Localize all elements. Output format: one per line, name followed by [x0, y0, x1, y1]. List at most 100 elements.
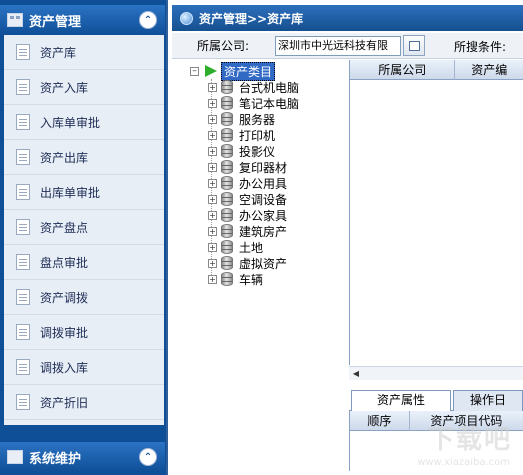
sidebar-item-inventory-approval[interactable]: 盘点审批: [4, 245, 164, 280]
sidebar-item-label: 调拨入库: [40, 360, 89, 375]
column-header[interactable]: 资产编: [455, 60, 523, 80]
sidebar: 资产管理 ⌃ 资产库 资产入库 入库单审批 资产出库 出库单审批 资产盘点 盘点…: [0, 0, 168, 475]
expand-toggle-icon[interactable]: +: [208, 194, 217, 204]
sidebar-header-asset-management[interactable]: 资产管理 ⌃: [0, 5, 165, 35]
arrow-flag-icon: [205, 65, 217, 77]
sidebar-item-label: 资产调拨: [40, 290, 89, 305]
tree-node[interactable]: + 办公家具: [208, 207, 287, 223]
title-bar: 资产管理>>资产库: [172, 5, 523, 31]
sidebar-item-label: 调拨审批: [40, 325, 89, 340]
sidebar-item-transfer-approval[interactable]: 调拨审批: [4, 315, 164, 350]
sidebar-item-asset-inventory[interactable]: 资产盘点: [4, 210, 164, 245]
tree-node[interactable]: + 台式机电脑: [208, 79, 299, 95]
database-icon: [221, 96, 233, 110]
tree-node[interactable]: + 土地: [208, 239, 263, 255]
tree-node-label: 投影仪: [239, 144, 276, 159]
sidebar-item-label: 入库单审批: [40, 115, 101, 130]
sidebar-item-outbound-approval[interactable]: 出库单审批: [4, 175, 164, 210]
tree-node-label: 打印机: [239, 128, 276, 143]
company-field[interactable]: 深圳市中光远科技有限: [275, 36, 401, 56]
sidebar-list: 资产库 资产入库 入库单审批 资产出库 出库单审批 资产盘点 盘点审批 资产调拨…: [4, 35, 164, 425]
expand-toggle-icon[interactable]: +: [208, 98, 217, 108]
expand-toggle-icon[interactable]: +: [208, 146, 217, 156]
tree-node[interactable]: + 投影仪: [208, 143, 275, 159]
company-label: 所属公司:: [197, 39, 250, 53]
database-icon: [221, 128, 233, 142]
filter-bar: 所属公司: 深圳市中光远科技有限 所搜条件:: [172, 33, 523, 59]
document-icon: [16, 254, 30, 270]
tab-operation-log[interactable]: 操作日: [453, 390, 523, 411]
expand-toggle-icon[interactable]: +: [208, 210, 217, 220]
tree-node[interactable]: + 建筑房产: [208, 223, 287, 239]
collapse-icon[interactable]: ⌃: [139, 11, 157, 29]
tree-node[interactable]: + 笔记本电脑: [208, 95, 299, 111]
database-icon: [221, 112, 233, 126]
tab-asset-properties[interactable]: 资产属性: [351, 390, 451, 412]
expand-toggle-icon[interactable]: +: [208, 178, 217, 188]
expand-toggle-icon[interactable]: +: [208, 162, 217, 172]
category-tree: – 资产类目 + 台式机电脑 + 笔记本电脑 + 服务器 + 打印机 + 投影仪 + 复印器…: [172, 60, 348, 470]
sidebar-header-label: 资产管理: [29, 14, 82, 30]
horizontal-scrollbar[interactable]: ◀: [349, 366, 523, 380]
tree-root[interactable]: – 资产类目: [190, 61, 276, 81]
sidebar-item-transfer-inbound[interactable]: 调拨入库: [4, 350, 164, 385]
database-icon: [221, 272, 233, 286]
sidebar-item-inbound-approval[interactable]: 入库单审批: [4, 105, 164, 140]
tree-node-label: 服务器: [239, 112, 276, 127]
document-icon: [16, 114, 30, 130]
expand-toggle-icon[interactable]: +: [208, 114, 217, 124]
tree-node[interactable]: + 服务器: [208, 111, 275, 127]
sidebar-item-label: 资产盘点: [40, 220, 89, 235]
sidebar-item-label: 资产出库: [40, 150, 89, 165]
database-icon: [221, 224, 233, 238]
tab-strip: 资产属性 操作日: [349, 390, 523, 412]
tree-node-label: 车辆: [239, 272, 264, 287]
expand-toggle-icon[interactable]: +: [208, 130, 217, 140]
tree-node-label: 台式机电脑: [239, 80, 300, 95]
document-icon: [16, 394, 30, 410]
page-title: 资产管理>>资产库: [199, 11, 304, 26]
tree-node-label: 办公用具: [239, 176, 288, 191]
sidebar-item-asset-library[interactable]: 资产库: [4, 35, 164, 70]
tree-node[interactable]: + 办公用具: [208, 175, 287, 191]
company-picker-button[interactable]: [403, 35, 425, 56]
sidebar-header-system-maintenance[interactable]: 系统维护 ⌃: [0, 442, 165, 472]
database-icon: [221, 176, 233, 190]
tree-node[interactable]: + 虚拟资产: [208, 255, 287, 271]
tree-node[interactable]: + 车辆: [208, 271, 263, 287]
expand-toggle-icon[interactable]: +: [208, 242, 217, 252]
expand-icon[interactable]: ⌃: [139, 448, 157, 466]
collapse-toggle-icon[interactable]: –: [190, 66, 199, 76]
database-icon: [221, 80, 233, 94]
condition-label: 所搜条件:: [454, 40, 507, 54]
tree-node[interactable]: + 复印器材: [208, 159, 287, 175]
database-icon: [221, 160, 233, 174]
sidebar-item-asset-transfer[interactable]: 资产调拨: [4, 280, 164, 315]
expand-toggle-icon[interactable]: +: [208, 258, 217, 268]
sidebar-item-asset-outbound[interactable]: 资产出库: [4, 140, 164, 175]
sidebar-item-label: 出库单审批: [40, 185, 101, 200]
sidebar-bottom-label: 系统维护: [29, 451, 82, 467]
document-icon: [16, 359, 30, 375]
database-icon: [221, 208, 233, 222]
expand-toggle-icon[interactable]: +: [208, 82, 217, 92]
document-icon: [16, 149, 30, 165]
sidebar-item-asset-inbound[interactable]: 资产入库: [4, 70, 164, 105]
document-icon: [16, 219, 30, 235]
tree-node[interactable]: + 打印机: [208, 127, 275, 143]
expand-toggle-icon[interactable]: +: [208, 274, 217, 284]
column-header[interactable]: 所属公司: [350, 60, 456, 80]
database-icon: [221, 192, 233, 206]
sidebar-item-label: 资产折旧: [40, 395, 89, 410]
grid-header: 所属公司 资产编: [350, 60, 523, 80]
scroll-left-icon[interactable]: ◀: [351, 369, 361, 379]
sidebar-item-asset-depreciation[interactable]: 资产折旧: [4, 385, 164, 420]
tree-node-label: 笔记本电脑: [239, 96, 300, 111]
globe-icon: [180, 11, 193, 25]
tree-node[interactable]: + 空调设备: [208, 191, 287, 207]
tree-node-label: 空调设备: [239, 192, 288, 207]
database-icon: [221, 256, 233, 270]
asset-grid: 所属公司 资产编: [349, 60, 523, 365]
expand-toggle-icon[interactable]: +: [208, 226, 217, 236]
document-icon: [16, 44, 30, 60]
